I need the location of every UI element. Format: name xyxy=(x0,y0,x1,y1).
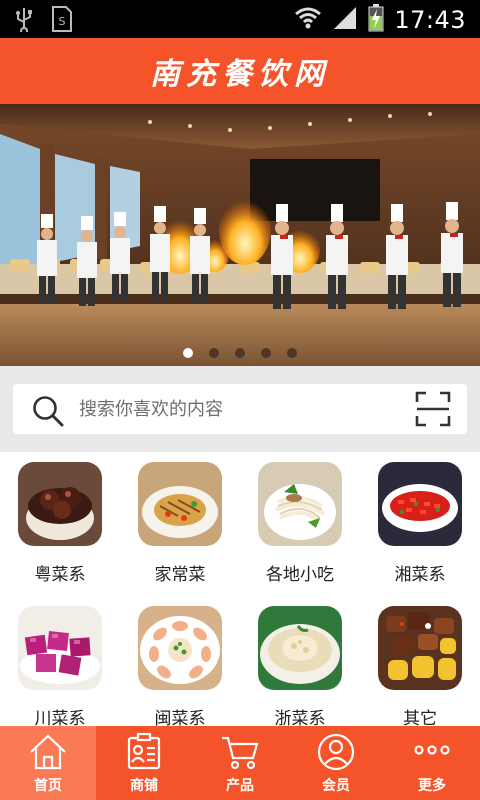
carousel-dot[interactable] xyxy=(183,348,193,358)
user-icon xyxy=(316,732,356,776)
category-label: 各地小吃 xyxy=(266,565,334,585)
category-item[interactable]: 闽菜系 xyxy=(120,596,240,736)
nav-label: 产品 xyxy=(226,778,254,794)
clock: 17:43 xyxy=(394,6,466,34)
wifi-icon xyxy=(294,5,322,35)
nav-item-more[interactable]: 更多 xyxy=(384,726,480,800)
carousel-indicators xyxy=(0,348,480,358)
category-item[interactable]: 湘菜系 xyxy=(360,452,480,592)
banner-image xyxy=(0,104,480,366)
nav-label: 更多 xyxy=(418,778,446,794)
nav-item-home[interactable]: 首页 xyxy=(0,726,96,800)
cart-icon xyxy=(220,732,260,776)
category-label: 湘菜系 xyxy=(394,565,446,585)
nav-item-products[interactable]: 产品 xyxy=(192,726,288,800)
carousel-dot[interactable] xyxy=(261,348,271,358)
carousel-dot[interactable] xyxy=(235,348,245,358)
category-item[interactable]: 粤菜系 xyxy=(0,452,120,592)
more-icon xyxy=(412,732,452,776)
home-icon xyxy=(28,732,68,776)
banner-carousel[interactable] xyxy=(0,104,480,366)
category-image xyxy=(258,606,342,690)
carousel-dot[interactable] xyxy=(287,348,297,358)
nav-label: 商铺 xyxy=(130,778,158,794)
search-input[interactable] xyxy=(79,384,389,434)
carousel-dot[interactable] xyxy=(209,348,219,358)
category-label: 粤菜系 xyxy=(34,565,86,585)
sim-card-icon: S xyxy=(50,6,74,36)
nav-label: 会员 xyxy=(322,778,350,794)
category-image xyxy=(138,462,222,546)
category-item[interactable]: 其它 xyxy=(360,596,480,736)
usb-icon xyxy=(14,6,34,36)
battery-charging-icon xyxy=(368,4,384,36)
search-area xyxy=(0,366,480,452)
category-label: 家常菜 xyxy=(154,565,206,585)
category-image xyxy=(378,462,462,546)
category-item[interactable]: 浙菜系 xyxy=(240,596,360,736)
scan-icon[interactable] xyxy=(415,391,451,431)
app-header: 南充餐饮网 xyxy=(0,38,480,104)
category-item[interactable]: 家常菜 xyxy=(120,452,240,592)
category-image xyxy=(258,462,342,546)
page-title: 南充餐饮网 xyxy=(150,57,330,92)
category-image xyxy=(378,606,462,690)
category-item[interactable]: 川菜系 xyxy=(0,596,120,736)
svg-text:S: S xyxy=(59,15,66,28)
nav-item-store[interactable]: 商铺 xyxy=(96,726,192,800)
category-image xyxy=(18,606,102,690)
nav-label: 首页 xyxy=(34,778,62,794)
store-id-icon xyxy=(124,732,164,776)
nav-item-member[interactable]: 会员 xyxy=(288,726,384,800)
category-grid: 粤菜系 家常菜 各地小吃 湘菜系 川菜系 闽菜系 浙菜系 其它 xyxy=(0,452,480,729)
bottom-nav: 首页 商铺 产品 会员 更多 xyxy=(0,726,480,800)
signal-icon xyxy=(332,5,358,35)
search-bar[interactable] xyxy=(13,384,467,434)
search-icon[interactable] xyxy=(31,394,65,432)
status-bar: S 17:43 xyxy=(0,0,480,38)
category-image xyxy=(138,606,222,690)
category-item[interactable]: 各地小吃 xyxy=(240,452,360,592)
category-image xyxy=(18,462,102,546)
